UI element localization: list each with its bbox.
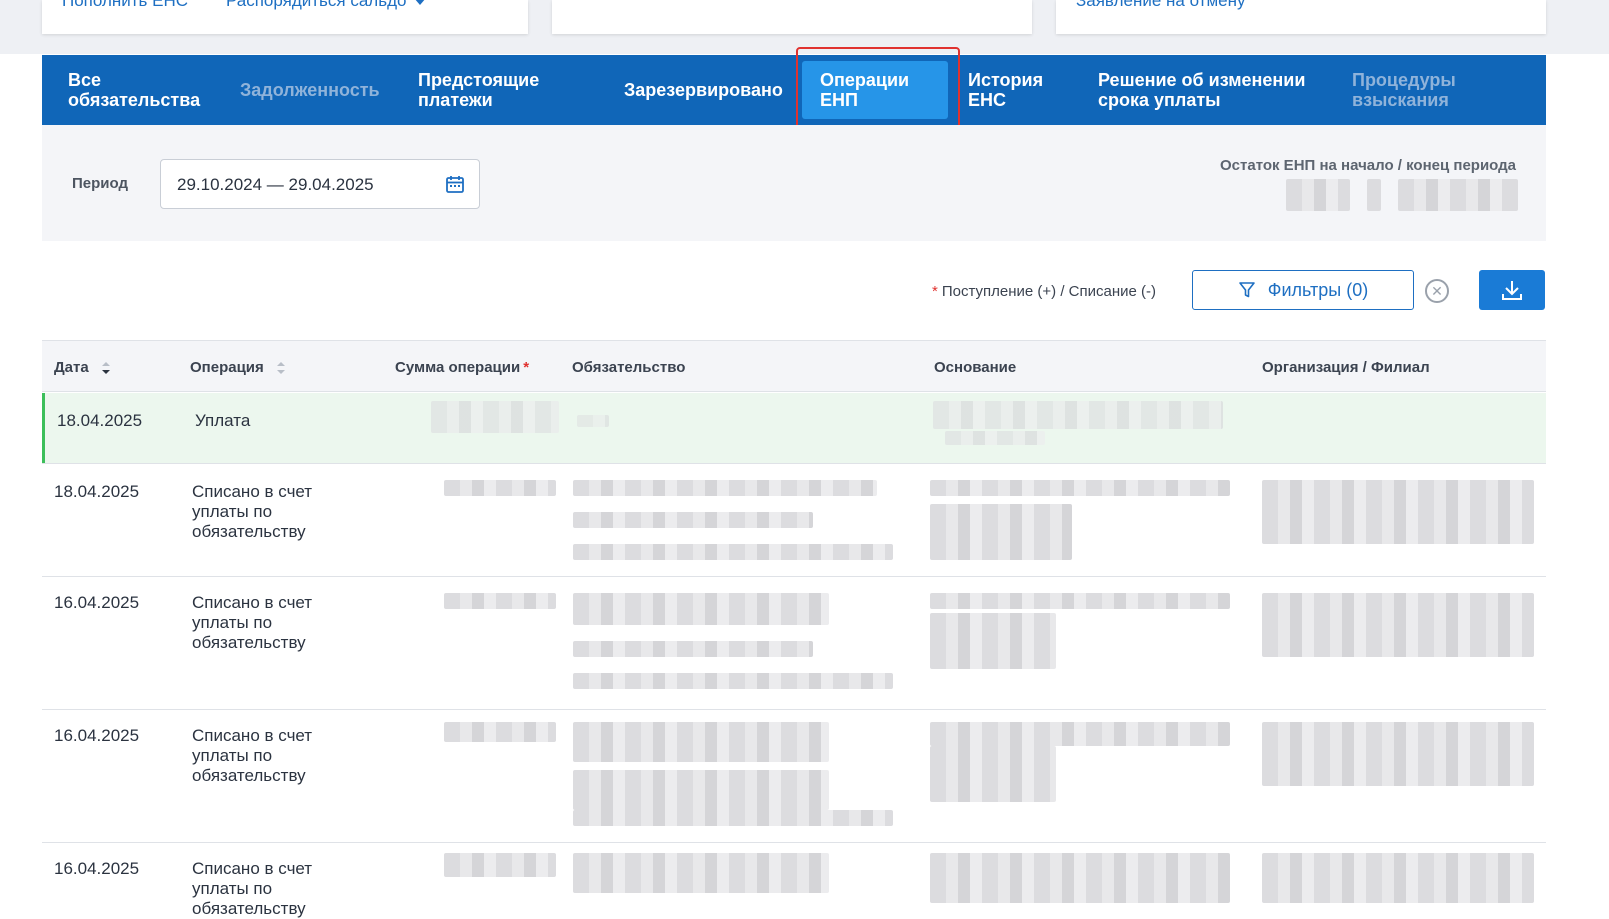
redacted-basis	[930, 722, 1230, 746]
redacted-obligation-line2	[573, 641, 813, 657]
redacted-basis	[930, 593, 1230, 609]
row-operation: Списано в счет уплаты по обязательству	[192, 726, 313, 785]
period-label: Период	[72, 175, 128, 192]
redacted-obligation-line3	[573, 810, 893, 826]
column-operation[interactable]: Операция	[190, 359, 286, 376]
redacted-basis-line2	[930, 613, 1056, 669]
statements-card: Заявление на отмену	[1056, 0, 1546, 34]
annotation-highlight-box	[796, 47, 960, 129]
row-operation: Списано в счет уплаты по обязательству	[192, 593, 313, 652]
column-obligation: Обязательство	[572, 359, 686, 376]
redacted-obligation-line3	[573, 673, 893, 689]
download-button[interactable]	[1479, 270, 1545, 310]
redacted-amount	[431, 401, 559, 433]
replenish-link[interactable]: Пополнить ЕНС	[62, 0, 188, 11]
redacted-amount	[444, 853, 556, 877]
redacted-basis-line2	[930, 746, 1056, 802]
row-operation: Уплата	[195, 411, 251, 430]
column-date[interactable]: Дата	[54, 359, 111, 376]
amount-legend: * Поступление (+) / Списание (-)	[932, 283, 1156, 300]
column-organization: Организация / Филиал	[1262, 359, 1430, 376]
column-amount-star: *	[523, 359, 530, 376]
redacted-obligation	[577, 415, 609, 427]
tab-debt[interactable]: Задолженность	[240, 55, 400, 125]
balance-card: Пополнить ЕНС Распорядиться сальдо	[42, 0, 528, 34]
column-amount-label: Сумма операции	[395, 359, 521, 376]
dispose-balance-label: Распорядиться сальдо	[226, 0, 407, 10]
table-row[interactable]: 16.04.2025 Списано в счет уплаты по обяз…	[42, 577, 1546, 709]
row-operation: Списано в счет уплаты по обязательству	[192, 859, 313, 918]
period-date-range-value: 29.10.2024 — 29.04.2025	[177, 175, 374, 194]
tab-reserved[interactable]: Зарезервировано	[624, 55, 794, 125]
row-date: 16.04.2025	[54, 859, 140, 878]
close-icon: ✕	[1431, 282, 1443, 299]
tab-all-obligations[interactable]: Все обязательства	[68, 55, 218, 125]
row-date: 16.04.2025	[54, 593, 140, 612]
calendar-icon[interactable]	[445, 174, 465, 194]
redacted-amount	[444, 593, 556, 609]
cancel-statement-link[interactable]: Заявление на отмену	[1076, 0, 1245, 11]
redacted-obligation-line3	[573, 544, 893, 560]
operations-table-header: Дата Операция Сумма операции * Обязательс…	[42, 340, 1546, 392]
redacted-obligation-line2	[573, 770, 829, 810]
row-date: 18.04.2025	[54, 482, 140, 501]
redacted-obligation-line2	[573, 512, 813, 528]
download-icon	[1502, 281, 1522, 300]
redacted-basis	[933, 401, 1223, 429]
tab-bar: Все обязательства Задолженность Предстоя…	[42, 55, 1546, 125]
sort-icon[interactable]	[276, 360, 286, 376]
redacted-balance-start	[1286, 179, 1350, 211]
balance-period-label: Остаток ЕНП на начало / конец периода	[1220, 157, 1516, 174]
middle-card	[552, 0, 1032, 34]
redacted-basis-line2	[930, 504, 1072, 560]
redacted-organization	[1262, 722, 1534, 786]
redacted-basis	[930, 480, 1230, 496]
filters-button[interactable]: Фильтры (0)	[1192, 270, 1414, 310]
redacted-basis	[930, 853, 1230, 903]
redacted-obligation	[573, 853, 829, 893]
redacted-obligation	[573, 593, 829, 625]
period-panel: Период 29.10.2024 — 29.04.2025 Остаток Е…	[42, 125, 1546, 241]
column-operation-label: Операция	[190, 359, 264, 376]
tab-ens-history[interactable]: История ЕНС	[968, 55, 1068, 125]
tab-collection-procedures[interactable]: Процедуры взыскания	[1352, 55, 1482, 125]
clear-filters-button[interactable]: ✕	[1425, 279, 1449, 303]
column-basis: Основание	[934, 359, 1017, 376]
chevron-down-icon	[414, 0, 427, 6]
top-actions-area: Пополнить ЕНС Распорядиться сальдо Заявл…	[0, 0, 1609, 54]
table-row[interactable]: 18.04.2025 Уплата	[42, 393, 1546, 463]
table-row[interactable]: 16.04.2025 Списано в счет уплаты по обяз…	[42, 710, 1546, 842]
redacted-basis-line2	[945, 431, 1045, 445]
filters-button-label: Фильтры (0)	[1267, 279, 1369, 300]
row-operation: Списано в счет уплаты по обязательству	[192, 482, 313, 541]
row-date: 18.04.2025	[57, 411, 143, 430]
redacted-amount	[444, 722, 556, 742]
redacted-obligation	[573, 480, 877, 496]
redacted-balance-end	[1398, 179, 1518, 211]
redacted-organization	[1262, 593, 1534, 657]
legend-star: *	[932, 283, 938, 300]
filter-icon	[1238, 282, 1255, 298]
period-date-range-input[interactable]: 29.10.2024 — 29.04.2025	[160, 159, 480, 209]
redacted-balance-separator	[1367, 179, 1381, 211]
table-row[interactable]: 18.04.2025 Списано в счет уплаты по обяз…	[42, 464, 1546, 576]
tab-upcoming-payments[interactable]: Предстоящие платежи	[418, 55, 568, 125]
legend-text: Поступление (+) / Списание (-)	[941, 283, 1156, 300]
table-row[interactable]: 16.04.2025 Списано в счет уплаты по обяз…	[42, 843, 1546, 918]
sort-desc-icon[interactable]	[101, 360, 111, 376]
redacted-amount	[444, 480, 556, 496]
column-amount: Сумма операции *	[395, 359, 529, 376]
column-date-label: Дата	[54, 359, 89, 376]
redacted-organization	[1262, 853, 1534, 903]
row-date: 16.04.2025	[54, 726, 140, 745]
dispose-balance-link[interactable]: Распорядиться сальдо	[226, 0, 427, 11]
redacted-obligation	[573, 722, 829, 762]
tab-payment-deadline-change[interactable]: Решение об изменении срока уплаты	[1098, 55, 1328, 125]
redacted-organization	[1262, 480, 1534, 544]
